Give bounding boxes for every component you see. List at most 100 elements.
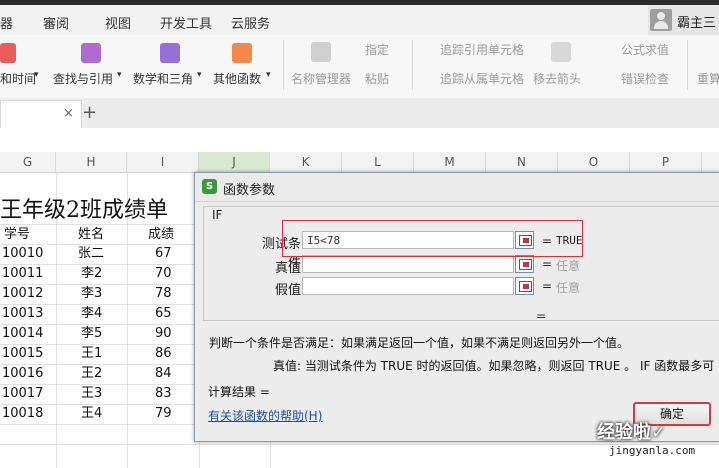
divider <box>283 40 284 90</box>
table-cell-name[interactable]: 王4 <box>81 404 102 424</box>
table-cell-id[interactable]: 10018 <box>2 404 43 424</box>
table-cell-name[interactable]: 王2 <box>81 364 102 384</box>
argument-description: 真值: 当测试条件为 TRUE 时的返回值。如果忽略，则返回 TRUE 。 IF… <box>273 359 715 373</box>
chevron-down-icon: ▾ <box>197 70 202 80</box>
function-arguments-dialog: S 函数参数 IF 测试条件 I5<78 = TRUE 真值 = 任意 假值 =… <box>194 172 719 442</box>
table-cell-id[interactable]: 10011 <box>2 264 43 284</box>
table-cell-id[interactable]: 10015 <box>2 344 43 364</box>
menu-view[interactable]: 视图 <box>105 13 131 32</box>
table-cell-name[interactable]: 李3 <box>81 284 102 304</box>
column-header-h[interactable]: H <box>56 152 127 172</box>
table-cell-name[interactable]: 李2 <box>81 264 102 284</box>
calculation-result-label: 计算结果 = <box>208 385 270 399</box>
function-name: IF <box>212 208 223 222</box>
divider <box>412 40 413 90</box>
arg-label-false: 假值 <box>274 283 301 298</box>
table-cell-id[interactable]: 10016 <box>2 364 43 384</box>
ribbon-date-time[interactable]: 和时间 <box>0 70 36 87</box>
ribbon-other-functions[interactable]: 其他函数 <box>213 70 261 87</box>
ribbon-math[interactable]: 数学和三角 <box>133 70 193 87</box>
ribbon-error-check[interactable]: 错误检查 <box>621 70 669 87</box>
column-header-row: G H I J K L M N O P <box>0 152 719 173</box>
math-icon <box>160 43 180 63</box>
table-cell-score[interactable]: 86 <box>155 344 172 364</box>
column-header-m[interactable]: M <box>414 152 486 172</box>
watermark-url: jingyanla.com <box>609 444 696 457</box>
ribbon-name-manager[interactable]: 名称管理器 <box>291 70 351 87</box>
column-header-j[interactable]: J <box>199 152 270 172</box>
menu-bar: 器 審阅 视图 开发工具 云服务 <box>0 5 719 35</box>
column-header-o[interactable]: O <box>558 152 630 172</box>
arg-label-true: 真值 <box>274 261 301 276</box>
header-cell-id[interactable]: 学号 <box>4 225 30 245</box>
document-tab-bar <box>0 98 719 129</box>
highlight-box <box>282 220 583 257</box>
dialog-title: 函数参数 <box>223 183 276 198</box>
header-cell-name[interactable]: 姓名 <box>78 225 104 245</box>
watermark: 经验啦✓ <box>597 422 667 443</box>
collapse-dialog-button[interactable] <box>515 255 534 273</box>
true-value-input[interactable] <box>302 255 514 273</box>
avatar[interactable] <box>650 9 672 31</box>
table-cell-score[interactable]: 70 <box>155 264 172 284</box>
table-cell-id[interactable]: 10014 <box>2 324 43 344</box>
other-functions-icon <box>232 43 252 63</box>
column-header-p[interactable]: P <box>630 152 702 172</box>
app-logo-icon: S <box>202 179 217 194</box>
arg-result-true: 任意 <box>556 259 581 273</box>
arg-result-false: 任意 <box>556 281 581 295</box>
table-cell-score[interactable]: 83 <box>155 384 172 404</box>
column-header-n[interactable]: N <box>486 152 558 172</box>
lookup-icon <box>81 43 101 63</box>
table-cell-score[interactable]: 78 <box>155 284 172 304</box>
ribbon-paste[interactable]: 粘贴 <box>365 70 389 87</box>
menu-cloud[interactable]: 云服务 <box>231 13 270 32</box>
table-cell-name[interactable]: 李5 <box>81 324 102 344</box>
column-header-g[interactable]: G <box>0 152 56 172</box>
column-header-i[interactable]: I <box>127 152 199 172</box>
chevron-down-icon: ▾ <box>117 70 122 80</box>
equals-sign: = <box>542 279 553 293</box>
table-cell-score[interactable]: 65 <box>155 304 172 324</box>
menu-review[interactable]: 審阅 <box>43 13 69 32</box>
table-cell-score[interactable]: 90 <box>155 324 172 344</box>
ribbon-recalc[interactable]: 重算 <box>697 70 719 87</box>
ribbon-trace-precedents[interactable]: 追踪引用单元格 <box>440 41 524 58</box>
equals-sign: = <box>542 257 553 271</box>
collapse-dialog-button[interactable] <box>515 277 534 295</box>
table-cell-id[interactable]: 10013 <box>2 304 43 324</box>
ribbon-specify[interactable]: 指定 <box>365 41 389 58</box>
table-cell-id[interactable]: 10010 <box>2 244 43 264</box>
column-header-l[interactable]: L <box>342 152 414 172</box>
table-cell-name[interactable]: 李4 <box>81 304 102 324</box>
name-manager-icon <box>311 42 331 62</box>
close-icon[interactable]: × <box>63 106 74 121</box>
header-cell-score[interactable]: 成绩 <box>148 225 174 245</box>
menu-developer[interactable]: 开发工具 <box>160 13 212 32</box>
false-value-input[interactable] <box>302 277 514 295</box>
add-tab-button[interactable]: + <box>82 102 97 123</box>
clock-icon <box>0 43 16 63</box>
table-cell-name[interactable]: 张二 <box>78 244 104 264</box>
help-link[interactable]: 有关该函数的帮助(H) <box>208 407 322 424</box>
table-cell-id[interactable]: 10012 <box>2 284 43 304</box>
table-cell-score[interactable]: 67 <box>155 244 172 264</box>
menu-item-partial[interactable]: 器 <box>0 13 13 32</box>
table-cell-score[interactable]: 79 <box>155 404 172 424</box>
column-header-k[interactable]: K <box>270 152 342 172</box>
overall-equals: = <box>536 309 547 323</box>
sheet-title[interactable]: 王年级2班成绩单 <box>0 192 168 224</box>
username[interactable]: 霸主三 <box>677 12 716 31</box>
ribbon-formula-eval[interactable]: 公式求值 <box>621 41 669 58</box>
chevron-down-icon: ▾ <box>266 70 271 80</box>
remove-arrows-icon <box>551 42 571 62</box>
ribbon-toolbar <box>0 35 719 99</box>
ribbon-remove-arrows[interactable]: 移去箭头 <box>533 70 581 87</box>
ribbon-trace-dependents[interactable]: 追踪从属单元格 <box>440 70 524 87</box>
function-description: 判断一个条件是否满足：如果满足返回一个值，如果不满足则返回另外一个值。 <box>209 336 630 350</box>
table-cell-id[interactable]: 10017 <box>2 384 43 404</box>
table-cell-name[interactable]: 王3 <box>81 384 102 404</box>
table-cell-score[interactable]: 84 <box>155 364 172 384</box>
ribbon-lookup[interactable]: 查找与引用 <box>53 70 113 87</box>
table-cell-name[interactable]: 王1 <box>81 344 102 364</box>
